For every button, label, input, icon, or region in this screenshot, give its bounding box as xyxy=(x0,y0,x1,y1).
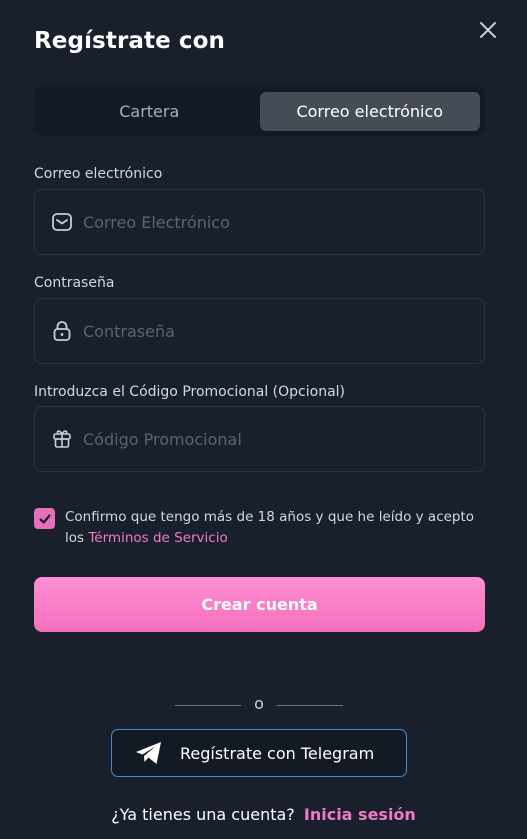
telegram-register-button[interactable]: Regístrate con Telegram xyxy=(111,729,407,777)
create-account-button[interactable]: Crear cuenta xyxy=(34,577,485,632)
promo-label: Introduzca el Código Promocional (Opcion… xyxy=(34,384,345,400)
divider-text: o xyxy=(254,694,264,713)
email-input[interactable] xyxy=(83,190,484,254)
envelope-icon xyxy=(51,211,73,233)
password-label: Contraseña xyxy=(34,275,115,291)
page-title: Regístrate con xyxy=(34,28,226,54)
divider-line-right xyxy=(277,705,343,706)
login-question: ¿Ya tienes una cuenta? xyxy=(111,805,295,824)
password-field[interactable] xyxy=(34,298,485,364)
login-link[interactable]: Inicia sesión xyxy=(304,805,416,824)
promo-code-field[interactable] xyxy=(34,406,485,472)
auth-method-tabs: Cartera Correo electrónico xyxy=(34,87,485,136)
tab-email[interactable]: Correo electrónico xyxy=(259,92,480,131)
checkmark-icon xyxy=(38,513,51,524)
promo-code-input[interactable] xyxy=(83,407,484,471)
tab-wallet[interactable]: Cartera xyxy=(39,92,260,131)
login-prompt: ¿Ya tienes una cuenta? Inicia sesión xyxy=(0,805,527,824)
email-field[interactable] xyxy=(34,189,485,255)
telegram-icon xyxy=(136,742,161,764)
telegram-button-label: Regístrate con Telegram xyxy=(180,743,375,763)
terms-of-service-link[interactable]: Términos de Servicio xyxy=(88,530,227,546)
email-label: Correo electrónico xyxy=(34,166,163,182)
close-icon xyxy=(480,22,496,38)
terms-row: Confirmo que tengo más de 18 años y que … xyxy=(34,507,485,549)
divider-line-left xyxy=(175,705,241,706)
close-button[interactable] xyxy=(476,18,500,42)
password-input[interactable] xyxy=(83,299,484,363)
gift-icon xyxy=(51,428,73,450)
terms-text: Confirmo que tengo más de 18 años y que … xyxy=(65,507,485,549)
lock-icon xyxy=(51,320,73,342)
terms-checkbox[interactable] xyxy=(34,508,55,529)
